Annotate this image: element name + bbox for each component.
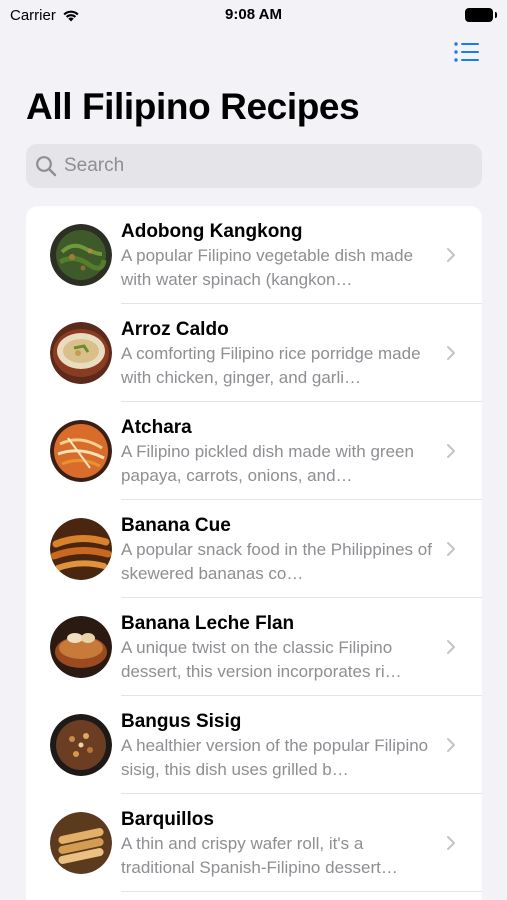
list-item[interactable]: Banana Cue A popular snack food in the P…: [26, 500, 482, 598]
recipe-description: A popular Filipino vegetable dish made w…: [121, 246, 414, 289]
search-icon: [36, 156, 57, 177]
recipe-text: Adobong Kangkong A popular Filipino vege…: [121, 220, 437, 292]
recipe-name: Adobong Kangkong: [121, 221, 303, 242]
list-item[interactable]: Banana Leche Flan A unique twist on the …: [26, 598, 482, 696]
list-menu-button[interactable]: [453, 40, 481, 64]
list-item[interactable]: Bangus Sisig A healthier version of the …: [26, 696, 482, 794]
recipe-text: Arroz Caldo A comforting Filipino rice p…: [121, 318, 437, 390]
recipe-text: Bangus Sisig A healthier version of the …: [121, 710, 437, 782]
carrier-label: Carrier: [10, 6, 56, 24]
recipe-name: Bangus Sisig: [121, 711, 242, 732]
chevron-right-icon: [447, 836, 455, 850]
recipe-name: Banana Leche Flan: [121, 613, 295, 634]
recipe-thumbnail: [50, 518, 112, 580]
recipe-list: Adobong Kangkong A popular Filipino vege…: [26, 206, 482, 900]
list-item[interactable]: Atchara A Filipino pickled dish made wit…: [26, 402, 482, 500]
recipe-text: Banana Leche Flan A unique twist on the …: [121, 612, 437, 684]
battery-icon: [465, 8, 497, 22]
recipe-text: Atchara A Filipino pickled dish made wit…: [121, 416, 437, 488]
status-bar: Carrier: [0, 0, 507, 30]
recipe-description: A popular snack food in the Philippines …: [121, 540, 432, 583]
list-item[interactable]: Arroz Caldo A comforting Filipino rice p…: [26, 304, 482, 402]
recipe-description: A thin and crispy wafer roll, it's a tra…: [121, 834, 398, 877]
chevron-right-icon: [447, 248, 455, 262]
recipe-thumbnail: [50, 616, 112, 678]
list-item[interactable]: Adobong Kangkong A popular Filipino vege…: [26, 206, 482, 304]
chevron-right-icon: [447, 738, 455, 752]
wifi-icon: [63, 10, 79, 21]
recipe-text: Banana Cue A popular snack food in the P…: [121, 514, 437, 586]
list-item[interactable]: Barquillos A thin and crispy wafer roll,…: [26, 794, 482, 892]
carrier-group: Carrier: [10, 7, 80, 24]
recipe-thumbnail: [50, 224, 112, 286]
recipe-description: A healthier version of the popular Filip…: [121, 736, 429, 779]
search-bar[interactable]: [26, 144, 482, 188]
list-icon: [454, 42, 479, 62]
chevron-right-icon: [447, 542, 455, 556]
recipe-description: A comforting Filipino rice porridge made…: [121, 344, 421, 387]
recipe-name: Banana Cue: [121, 515, 231, 536]
recipe-thumbnail: [50, 322, 112, 384]
row-divider: [121, 891, 482, 892]
recipe-thumbnail: [50, 714, 112, 776]
recipe-text: Barquillos A thin and crispy wafer roll,…: [121, 808, 437, 880]
recipe-name: Barquillos: [121, 809, 214, 830]
recipe-description: A Filipino pickled dish made with green …: [121, 442, 414, 485]
chevron-right-icon: [447, 444, 455, 458]
recipe-thumbnail: [50, 812, 112, 874]
recipe-name: Atchara: [121, 417, 192, 438]
recipe-name: Arroz Caldo: [121, 319, 229, 340]
recipe-thumbnail: [50, 420, 112, 482]
page-title: All Filipino Recipes: [26, 86, 360, 127]
recipe-description: A unique twist on the classic Filipino d…: [121, 638, 402, 681]
chevron-right-icon: [447, 640, 455, 654]
search-input[interactable]: [64, 155, 464, 177]
chevron-right-icon: [447, 346, 455, 360]
